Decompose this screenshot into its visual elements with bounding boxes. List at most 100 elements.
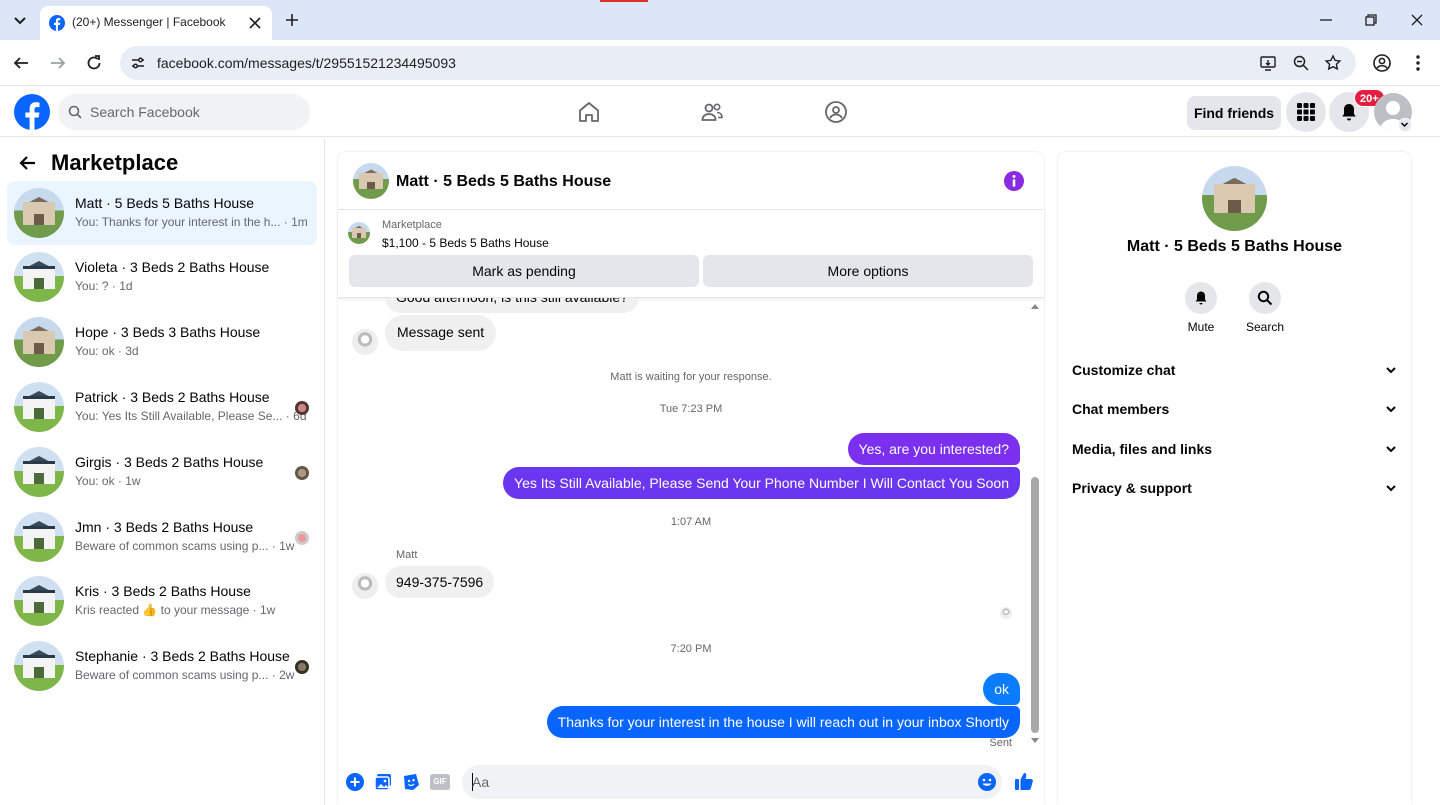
chevron-down-icon	[1400, 122, 1409, 128]
more-options-button[interactable]: More options	[703, 255, 1033, 287]
sender-avatar[interactable]	[352, 329, 378, 355]
site-settings-icon[interactable]	[130, 55, 146, 71]
read-receipt-avatar	[1000, 607, 1012, 619]
timestamp: 1:07 AM	[670, 516, 712, 528]
zoom-icon[interactable]	[1292, 54, 1310, 72]
emoji-icon[interactable]	[978, 773, 996, 791]
message-bubble-outgoing[interactable]: Yes, are you interested?	[847, 433, 1020, 465]
chevron-down-icon	[1386, 485, 1396, 492]
minimize-icon[interactable]	[1318, 12, 1334, 28]
restore-icon[interactable]	[1363, 12, 1379, 28]
facebook-search-input[interactable]: Search Facebook	[58, 94, 310, 130]
back-arrow-icon[interactable]	[18, 153, 38, 173]
search-label: Search	[1245, 320, 1285, 334]
thumbs-up-icon[interactable]	[1014, 771, 1034, 791]
sender-avatar[interactable]	[352, 573, 378, 599]
friends-icon[interactable]	[700, 100, 724, 124]
conversation-item[interactable]: Jmn · 3 Beds 2 Baths House Beware of com…	[7, 505, 317, 569]
conversation-preview: You: Thanks for your interest in the h..…	[75, 215, 308, 229]
forward-arrow-icon[interactable]	[49, 54, 67, 72]
message-bubble-incoming[interactable]: Message sent	[385, 315, 497, 351]
facebook-favicon-icon	[49, 15, 65, 31]
close-icon[interactable]	[248, 16, 262, 30]
groups-icon[interactable]	[824, 100, 848, 124]
back-arrow-icon[interactable]	[12, 54, 30, 72]
menu-dots-icon[interactable]	[1410, 53, 1426, 73]
browser-tab[interactable]: (20+) Messenger | Facebook	[40, 6, 272, 40]
tab-search-button[interactable]	[8, 8, 32, 32]
conversation-name: Patrick · 3 Beds 2 Baths House	[75, 389, 270, 405]
conversation-item[interactable]: Patrick · 3 Beds 2 Baths House You: Yes …	[7, 375, 317, 439]
gif-button[interactable]: GIF	[430, 774, 450, 790]
section-media-files-links[interactable]: Media, files and links	[1072, 431, 1398, 467]
conversation-name: Stephanie · 3 Beds 2 Baths House	[75, 648, 290, 664]
scroll-up-icon[interactable]	[1030, 302, 1040, 310]
conversation-name: Girgis · 3 Beds 2 Baths House	[75, 454, 264, 470]
marketplace-conversation-list: Marketplace Matt · 5 Beds 5 Baths House …	[0, 138, 325, 805]
reload-icon[interactable]	[85, 54, 103, 72]
message-input[interactable]: Aa	[462, 765, 1002, 799]
message-bubble-outgoing[interactable]: Yes Its Still Available, Please Send You…	[503, 467, 1020, 499]
conversation-preview: You: ? · 1d	[75, 279, 133, 293]
seen-avatar	[295, 466, 309, 480]
conversation-preview: You: ok · 3d	[75, 344, 139, 358]
plus-circle-icon[interactable]	[346, 773, 364, 791]
conversation-preview: You: Yes Its Still Available, Please Se.…	[75, 409, 307, 423]
timestamp: 7:20 PM	[670, 643, 712, 655]
apps-grid-icon	[1297, 103, 1315, 121]
facebook-logo-icon[interactable]	[14, 94, 50, 130]
message-bubble-outgoing[interactable]: ok	[983, 673, 1020, 705]
conversation-preview: Beware of common scams using p... · 1w	[75, 539, 295, 553]
chevron-down-icon	[1386, 446, 1396, 453]
chat-avatar[interactable]	[353, 163, 389, 199]
chat-title[interactable]: Matt · 5 Beds 5 Baths House	[396, 173, 611, 191]
bookmark-star-icon[interactable]	[1324, 54, 1342, 72]
bell-icon	[1342, 104, 1356, 121]
section-privacy-support[interactable]: Privacy & support	[1072, 470, 1398, 506]
url-text: facebook.com/messages/t/2955152123449509…	[157, 55, 456, 71]
scrollbar-thumb[interactable]	[1031, 477, 1039, 733]
mark-as-pending-button[interactable]: Mark as pending	[349, 255, 699, 287]
conversation-item[interactable]: Stephanie · 3 Beds 2 Baths House Beware …	[7, 634, 317, 698]
scroll-down-icon[interactable]	[1030, 737, 1040, 745]
section-label: Privacy & support	[1072, 480, 1192, 496]
profile-photo[interactable]	[1202, 166, 1267, 231]
search-in-conversation-button[interactable]: Search	[1235, 282, 1295, 334]
address-bar[interactable]: facebook.com/messages/t/2955152123449509…	[120, 46, 1356, 80]
conversation-item[interactable]: Matt · 5 Beds 5 Baths House You: Thanks …	[7, 181, 317, 245]
conversation-item[interactable]: Hope · 3 Beds 3 Baths House You: ok · 3d	[7, 310, 317, 374]
sender-name: Matt	[396, 549, 418, 561]
message-bubble-incoming[interactable]: Good afternoon, is this still available?	[385, 298, 639, 313]
info-icon[interactable]	[1004, 171, 1024, 191]
conversation-item[interactable]: Violeta · 3 Beds 2 Baths House You: ? · …	[7, 245, 317, 309]
timestamp: Tue 7:23 PM	[659, 403, 723, 415]
chat-details-panel: Matt · 5 Beds 5 Baths House Mute Search …	[1058, 152, 1411, 805]
listing-thumbnail	[14, 641, 64, 691]
conversation-item[interactable]: Kris · 3 Beds 2 Baths House Kris reacted…	[7, 569, 317, 633]
profile-icon[interactable]	[1372, 53, 1392, 73]
sidebar-title: Marketplace	[51, 150, 179, 175]
browser-toolbar: facebook.com/messages/t/2955152123449509…	[0, 40, 1440, 86]
conversation-preview: You: ok · 1w	[75, 474, 141, 488]
conversation-name: Matt · 5 Beds 5 Baths House	[75, 195, 254, 211]
sticker-icon[interactable]	[402, 773, 420, 791]
install-app-icon[interactable]	[1259, 54, 1277, 72]
menu-button[interactable]	[1286, 92, 1326, 132]
account-dropdown[interactable]	[1398, 118, 1412, 132]
find-friends-button[interactable]: Find friends	[1187, 96, 1281, 130]
section-chat-members[interactable]: Chat members	[1072, 391, 1398, 427]
photo-icon[interactable]	[374, 773, 392, 791]
home-icon[interactable]	[577, 100, 601, 124]
search-placeholder: Search Facebook	[90, 104, 200, 120]
tab-indicator-line	[600, 0, 648, 2]
mute-button[interactable]: Mute	[1171, 282, 1231, 334]
new-tab-icon[interactable]	[284, 12, 300, 28]
message-bubble-incoming[interactable]: 949-375-7596	[385, 566, 495, 598]
conversation-item[interactable]: Girgis · 3 Beds 2 Baths House You: ok · …	[7, 440, 317, 504]
section-customize-chat[interactable]: Customize chat	[1072, 352, 1398, 388]
search-icon	[1257, 290, 1273, 306]
listing-thumbnail[interactable]	[348, 222, 370, 244]
listing-title[interactable]: $1,100 - 5 Beds 5 Baths House	[382, 236, 549, 250]
window-close-icon[interactable]	[1409, 12, 1425, 28]
message-bubble-outgoing[interactable]: Thanks for your interest in the house I …	[546, 706, 1020, 738]
